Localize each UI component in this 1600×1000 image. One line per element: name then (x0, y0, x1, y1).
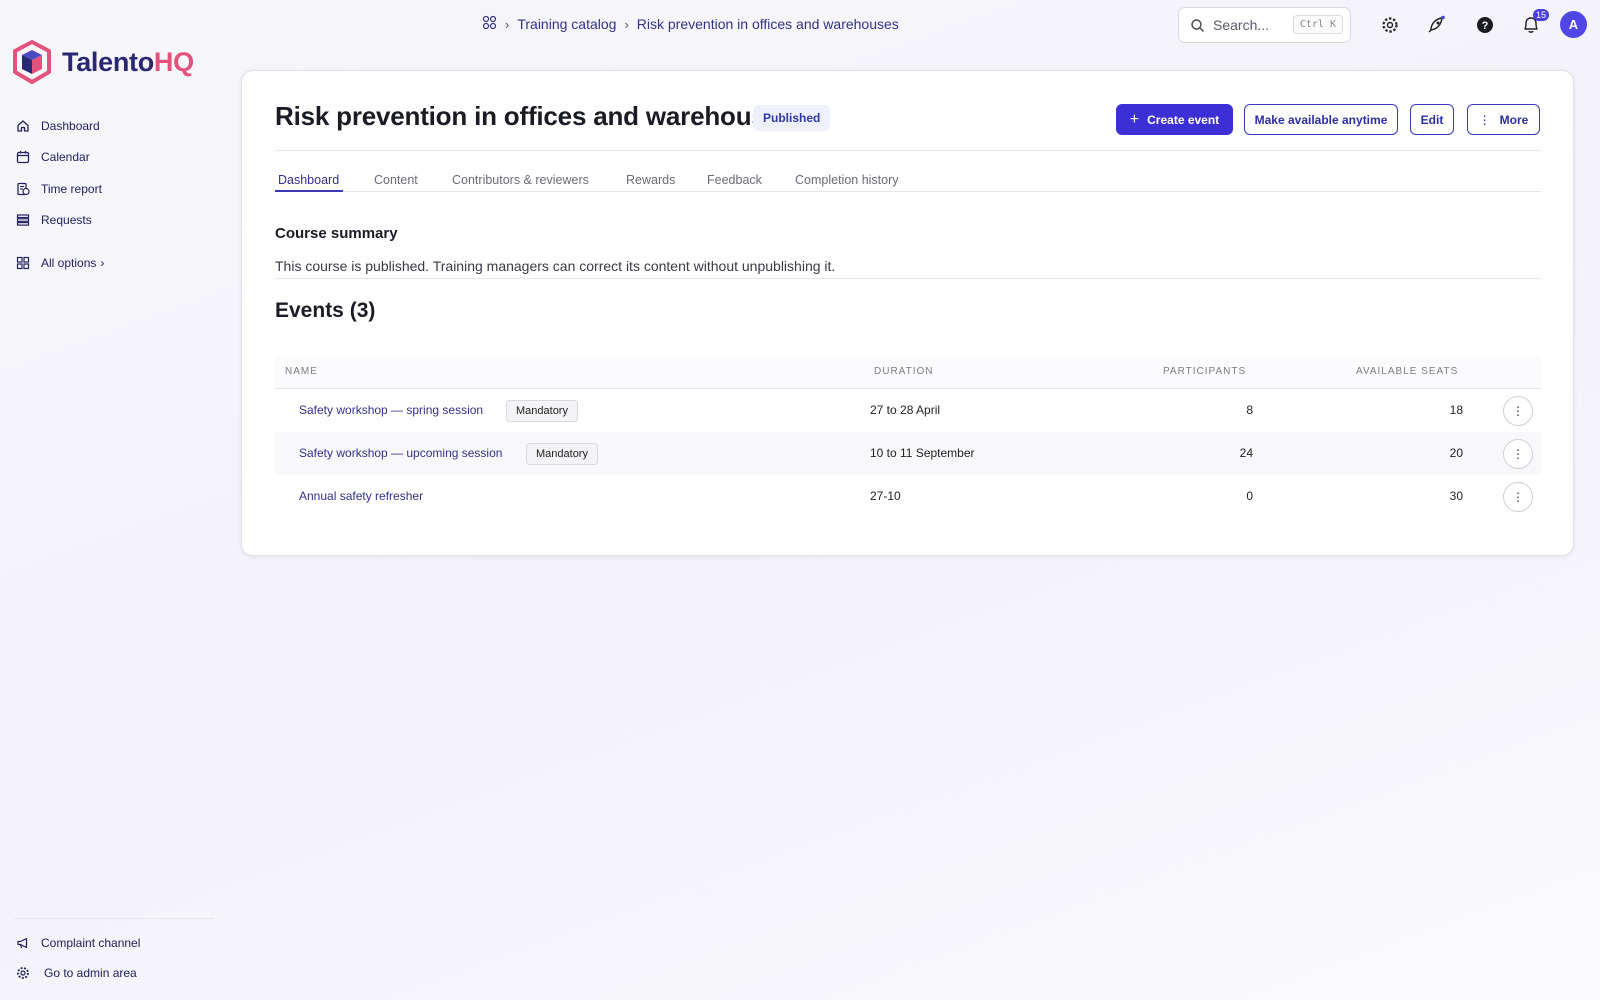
event-participants: 0 (1246, 489, 1253, 503)
table-row: Safety workshop — spring session Mandato… (275, 389, 1541, 432)
svg-text:?: ? (1482, 20, 1489, 32)
sidebar: TalentoHQ Dashboard Calendar Time report… (0, 0, 230, 1000)
sidebar-item-label: Complaint channel (41, 936, 141, 950)
sidebar-item-complaint-channel[interactable]: Complaint channel (14, 928, 140, 958)
sidebar-item-all-options[interactable]: All options › (14, 247, 104, 279)
create-event-button[interactable]: + Create event (1116, 104, 1233, 135)
event-available-seats: 20 (1449, 446, 1463, 460)
sidebar-item-admin-area[interactable]: Go to admin area (14, 958, 140, 988)
make-available-button[interactable]: Make available anytime (1244, 104, 1398, 135)
more-label: More (1499, 112, 1529, 127)
edit-label: Edit (1420, 112, 1444, 127)
tab-rewards[interactable]: Rewards (626, 173, 675, 187)
calendar-icon (14, 148, 32, 166)
course-summary-title: Course summary (275, 225, 398, 242)
tab-dashboard[interactable]: Dashboard (278, 173, 339, 187)
plus-icon: + (1129, 110, 1140, 128)
sidebar-bottom-nav: Complaint channel Go to admin area (14, 918, 214, 988)
sidebar-item-label: Time report (41, 181, 102, 196)
more-button[interactable]: ⋮ More (1467, 104, 1540, 135)
sidebar-item-label: Dashboard (41, 118, 100, 133)
sidebar-item-label: All options (41, 255, 97, 270)
event-available-seats: 18 (1449, 403, 1463, 417)
chevron-right-icon: › (624, 16, 629, 32)
event-name-link[interactable]: Safety workshop — spring session (299, 403, 483, 417)
mandatory-tag: Mandatory (526, 443, 598, 465)
notification-count-badge: 15 (1533, 9, 1550, 21)
search-input[interactable]: Search... Ctrl K (1178, 7, 1351, 43)
search-placeholder: Search... (1213, 17, 1270, 33)
list-icon (14, 211, 32, 229)
chevron-right-icon: › (100, 255, 105, 270)
breadcrumb-training-catalog[interactable]: Training catalog (517, 16, 616, 32)
event-duration: 10 to 11 September (870, 446, 975, 460)
bell-icon[interactable]: 15 (1519, 9, 1550, 37)
rocket-icon[interactable] (1424, 13, 1448, 37)
mandatory-tag: Mandatory (506, 400, 578, 422)
tab-content[interactable]: Content (374, 173, 418, 187)
event-name-link[interactable]: Safety workshop — upcoming session (299, 446, 502, 460)
settings-gear-icon[interactable] (1378, 13, 1402, 37)
avatar[interactable]: A (1560, 11, 1587, 38)
search-shortcut: Ctrl K (1292, 15, 1343, 34)
tab-feedback[interactable]: Feedback (707, 173, 762, 187)
tab-completion-history[interactable]: Completion history (795, 173, 899, 187)
sidebar-item-label: Requests (41, 213, 92, 228)
status-badge: Published (753, 105, 831, 131)
table-row: Annual safety refresher 27-10 0 30 ⋮ (275, 475, 1541, 518)
breadcrumb-current[interactable]: Risk prevention in offices and warehouse… (637, 16, 899, 32)
vertical-dots-icon: ⋮ (1478, 112, 1491, 127)
column-header-available-seats[interactable]: AVAILABLE SEATS (1356, 366, 1458, 377)
sidebar-item-calendar[interactable]: Calendar (14, 142, 104, 174)
event-name-link[interactable]: Annual safety refresher (299, 489, 423, 503)
search-icon (1191, 18, 1204, 32)
sidebar-item-time-report[interactable]: Time report (14, 173, 104, 205)
make-available-label: Make available anytime (1254, 112, 1388, 127)
column-header-participants[interactable]: PARTICIPANTS (1163, 366, 1246, 377)
table-row: Safety workshop — upcoming session Manda… (275, 432, 1541, 475)
clock-report-icon (14, 180, 32, 198)
sidebar-item-dashboard[interactable]: Dashboard (14, 110, 104, 142)
sidebar-item-label: Calendar (41, 150, 90, 165)
course-card: Risk prevention in offices and warehouse… (241, 70, 1574, 556)
event-duration: 27 to 28 April (870, 403, 941, 417)
gear-icon (14, 964, 32, 982)
page-title: Risk prevention in offices and warehouse… (275, 101, 795, 131)
top-bar: › Training catalog › Risk prevention in … (0, 0, 1600, 50)
event-participants: 24 (1239, 446, 1253, 460)
tab-contributors-reviewers[interactable]: Contributors & reviewers (452, 173, 589, 187)
apps-grid-icon[interactable] (482, 15, 497, 33)
events-title: Events (3) (275, 299, 376, 322)
course-summary-text: This course is published. Training manag… (275, 258, 836, 274)
column-header-name[interactable]: NAME (285, 366, 318, 377)
grid-icon (14, 254, 32, 272)
chevron-right-icon: › (505, 16, 510, 32)
sidebar-nav: Dashboard Calendar Time report Requests … (14, 110, 104, 279)
event-available-seats: 30 (1449, 489, 1463, 503)
edit-button[interactable]: Edit (1410, 104, 1454, 135)
table-header: NAME DURATION PARTICIPANTS AVAILABLE SEA… (275, 357, 1541, 389)
create-event-label: Create event (1147, 112, 1220, 127)
tabs-divider (275, 191, 1541, 192)
event-participants: 8 (1246, 403, 1253, 417)
brand-name: TalentoHQ (62, 46, 194, 77)
active-tab-indicator (275, 190, 343, 192)
row-actions-button[interactable]: ⋮ (1503, 482, 1533, 512)
divider (14, 918, 214, 919)
column-header-duration[interactable]: DURATION (874, 366, 933, 377)
events-table: NAME DURATION PARTICIPANTS AVAILABLE SEA… (275, 357, 1541, 518)
course-tabs: Dashboard Content Contributors & reviewe… (275, 151, 1541, 275)
row-actions-button[interactable]: ⋮ (1503, 396, 1533, 426)
help-icon[interactable]: ? (1473, 13, 1497, 37)
sidebar-item-label: Go to admin area (44, 966, 137, 980)
event-duration: 27-10 (870, 489, 901, 503)
sidebar-item-requests[interactable]: Requests (14, 205, 104, 237)
home-icon (14, 117, 32, 135)
breadcrumb: › Training catalog › Risk prevention in … (482, 15, 899, 33)
megaphone-icon (14, 934, 32, 952)
divider (275, 278, 1541, 279)
row-actions-button[interactable]: ⋮ (1503, 439, 1533, 469)
